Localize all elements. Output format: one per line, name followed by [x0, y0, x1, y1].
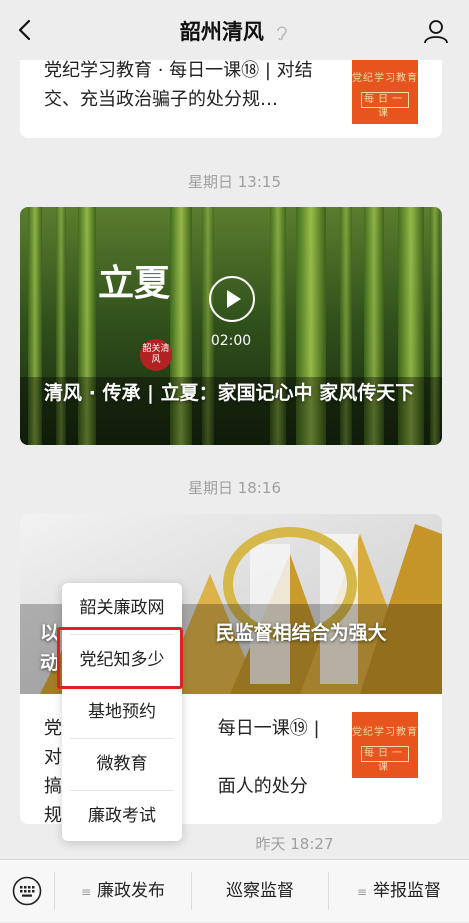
- menu-item-lianzhengwang[interactable]: 韶关廉政网: [70, 583, 174, 635]
- page-title: 韶州清风: [0, 16, 469, 46]
- hero-title-line2: 动: [40, 652, 60, 674]
- menu-item-kaoshi[interactable]: 廉政考试: [70, 791, 174, 842]
- hero-title-right: 民监督相结合为强大: [215, 622, 387, 644]
- article-title: 党纪学习教育 · 每日一课⑱ | 对结交、充当政治骗子的处分规…: [44, 60, 313, 110]
- tab-label: 廉政发布: [97, 881, 166, 901]
- video-duration: 02:00: [210, 333, 252, 349]
- submenu-popup: 韶关廉政网 党纪知多少 基地预约 微教育 廉政考试: [62, 583, 182, 841]
- tab-lianzheng-fabu[interactable]: ≡ 廉政发布: [55, 860, 191, 922]
- ear-icon: [277, 26, 287, 41]
- sub-title-part: 党: [44, 718, 62, 739]
- nav-bar: 韶州清风: [0, 0, 469, 60]
- menu-item-dangji[interactable]: 党纪知多少: [70, 635, 174, 687]
- menu-icon: ≡: [356, 885, 368, 899]
- thumb-line-1: 党纪学习教育: [352, 73, 418, 84]
- thumb-line-2: 每日一课: [361, 746, 409, 773]
- play-icon[interactable]: [208, 275, 256, 323]
- account-name: 韶州清风: [179, 20, 264, 44]
- bottom-menu: ≡ 廉政发布 巡察监督 ≡ 举报监督: [0, 859, 469, 922]
- menu-item-jidi[interactable]: 基地预约: [70, 687, 174, 739]
- video-card[interactable]: 立夏 韶关清风 02:00 清风 · 传承 | 立夏：家国记心中 家风传天下: [20, 207, 442, 445]
- hero-title-left: 以: [40, 622, 60, 644]
- timestamp: 星期日 13:15: [188, 173, 281, 191]
- article-thumbnail: 党纪学习教育 每日一课: [352, 58, 418, 124]
- video-title: 清风 · 传承 | 立夏：家国记心中 家风传天下: [44, 382, 415, 404]
- thumb-line-2: 每日一课: [361, 92, 409, 119]
- person-icon[interactable]: [423, 18, 449, 44]
- menu-icon: ≡: [80, 885, 92, 899]
- tab-xuncha-jiandu[interactable]: 巡察监督: [192, 860, 328, 922]
- sub-title-part: 搞: [44, 776, 62, 797]
- bamboo-image: [20, 207, 442, 445]
- thumb-line-1: 党纪学习教育: [352, 727, 418, 738]
- season-calligraphy: 立夏: [98, 262, 171, 304]
- tab-label: 举报监督: [373, 881, 442, 901]
- menu-item-weijiaoyu[interactable]: 微教育: [70, 739, 174, 791]
- keyboard-icon[interactable]: [12, 876, 42, 906]
- tab-label: 巡察监督: [226, 881, 294, 901]
- article-thumbnail: 党纪学习教育 每日一课: [352, 712, 418, 778]
- tab-jubao-jiandu[interactable]: ≡ 举报监督: [329, 860, 469, 922]
- timestamp: 星期日 18:16: [188, 479, 281, 497]
